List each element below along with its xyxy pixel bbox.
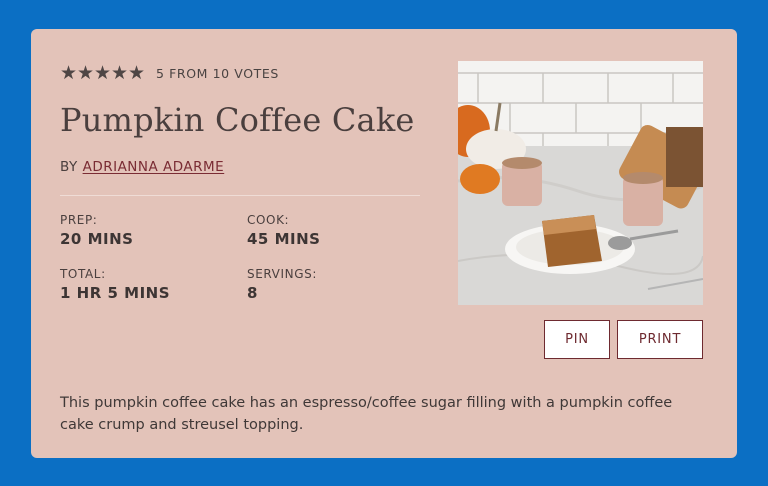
print-button[interactable]: PRINT (617, 320, 703, 359)
rating-stars[interactable]: ★ ★ ★ ★ ★ (60, 64, 145, 83)
cook-label: COOK: (247, 213, 290, 227)
cook-value: 45 MINS (247, 230, 321, 248)
prep-time: PREP: 20 MINS (60, 213, 133, 248)
byline-prefix: BY (60, 159, 78, 175)
recipe-photo (458, 61, 703, 305)
recipe-description: This pumpkin coffee cake has an espresso… (60, 394, 673, 433)
star-icon[interactable]: ★ (77, 64, 94, 83)
servings: SERVINGS: 8 (247, 267, 317, 302)
total-time: TOTAL: 1 HR 5 MINS (60, 267, 170, 302)
pin-button[interactable]: PIN (544, 320, 610, 359)
byline: BY ADRIANNA ADARME (60, 159, 224, 175)
total-label: TOTAL: (60, 267, 106, 281)
recipe-card: ★ ★ ★ ★ ★ 5 FROM 10 VOTES Pumpkin Coffee… (31, 29, 737, 458)
cook-time: COOK: 45 MINS (247, 213, 320, 248)
divider (60, 195, 420, 196)
rating: ★ ★ ★ ★ ★ 5 FROM 10 VOTES (60, 64, 279, 83)
servings-label: SERVINGS: (247, 267, 317, 281)
author-link[interactable]: ADRIANNA ADARME (83, 159, 225, 175)
star-icon[interactable]: ★ (111, 64, 128, 83)
prep-value: 20 MINS (60, 230, 134, 248)
servings-value: 8 (247, 284, 258, 302)
prep-label: PREP: (60, 213, 98, 227)
recipe-title: Pumpkin Coffee Cake (60, 101, 415, 139)
star-icon[interactable]: ★ (128, 64, 145, 83)
total-value: 1 HR 5 MINS (60, 284, 171, 302)
star-icon[interactable]: ★ (60, 64, 77, 83)
star-icon[interactable]: ★ (94, 64, 111, 83)
rating-votes: 5 FROM 10 VOTES (156, 66, 279, 81)
